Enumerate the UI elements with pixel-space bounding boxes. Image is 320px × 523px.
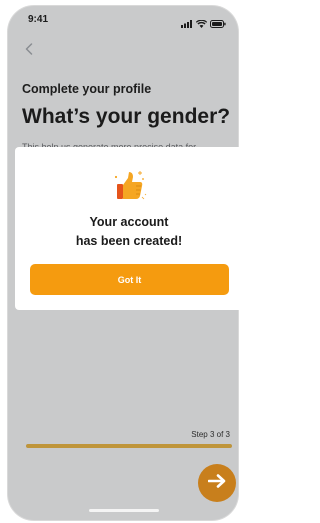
page-title: What’s your gender? bbox=[22, 105, 231, 128]
success-dialog: Your account has been created! Got It bbox=[15, 147, 243, 310]
dialog-message-line-1: Your account bbox=[89, 215, 169, 229]
step-indicator: Step 3 of 3 bbox=[191, 430, 230, 439]
dialog-message: Your account has been created! bbox=[15, 213, 243, 251]
signal-icon bbox=[181, 15, 193, 33]
profile-subtitle: Complete your profile bbox=[22, 82, 152, 96]
chevron-left-icon bbox=[25, 42, 33, 60]
wifi-icon bbox=[195, 15, 208, 33]
status-bar: 9:41 bbox=[8, 6, 238, 32]
arrow-right-icon bbox=[207, 473, 226, 493]
dialog-message-line-2: has been created! bbox=[75, 234, 183, 248]
next-button[interactable] bbox=[198, 464, 236, 502]
progress-bar bbox=[26, 444, 232, 448]
status-icons bbox=[181, 15, 226, 33]
back-button[interactable] bbox=[22, 42, 36, 60]
status-time: 9:41 bbox=[28, 14, 49, 25]
home-indicator bbox=[89, 509, 159, 512]
battery-icon bbox=[210, 15, 226, 33]
progress-fill bbox=[26, 444, 232, 448]
thumbs-up-icon bbox=[111, 168, 147, 204]
got-it-button[interactable]: Got It bbox=[30, 264, 229, 295]
